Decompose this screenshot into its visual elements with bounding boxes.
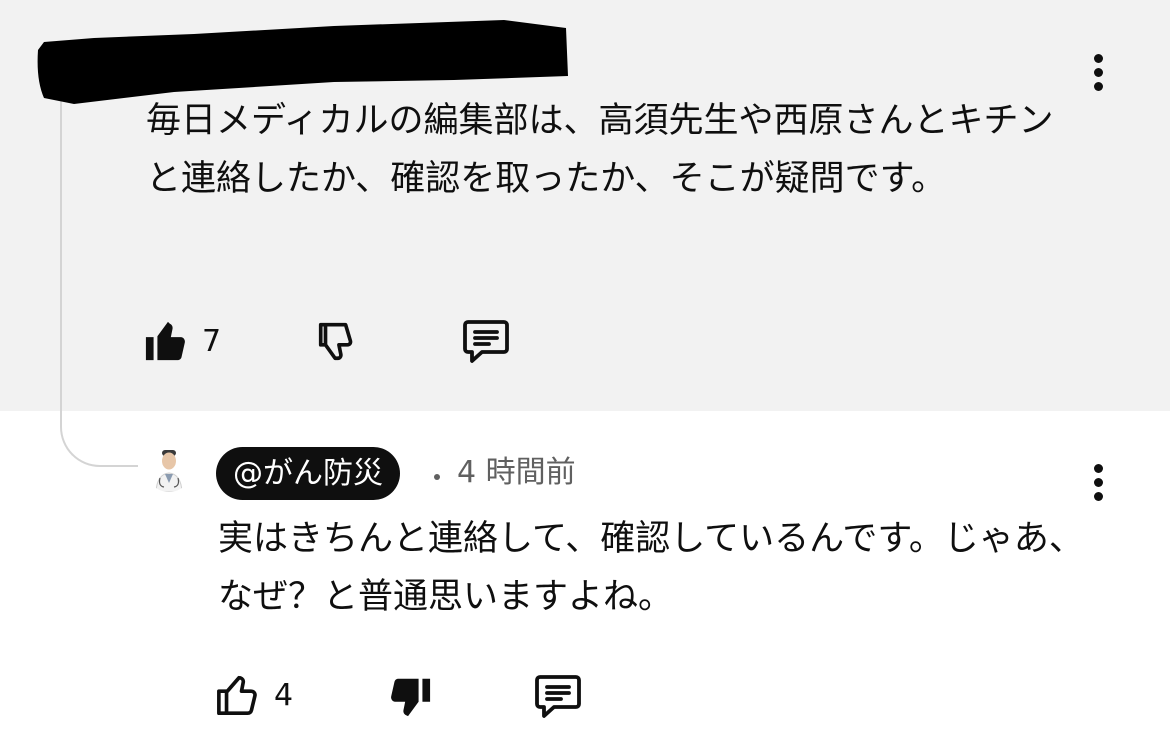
reply-button[interactable] xyxy=(460,317,512,365)
thread-connector-line xyxy=(60,95,138,467)
dislike-button[interactable] xyxy=(314,318,360,364)
timestamp: 4 時間前 xyxy=(457,455,576,490)
reply-icon xyxy=(460,317,512,365)
reply-button[interactable] xyxy=(532,672,584,720)
more-dot xyxy=(1093,491,1103,501)
thumbs-up-outline-icon xyxy=(216,672,262,718)
more-dot xyxy=(1093,67,1103,77)
comment-text: 実はきちんと連絡して、確認しているんです。じゃあ、なぜ？と普通思いますよね。 xyxy=(218,519,1084,617)
more-dot xyxy=(1093,81,1103,91)
comment-text: 毎日メディカルの編集部は、高須先生や西原さんとキチンと連絡したか、確認を取ったか… xyxy=(146,101,1054,199)
like-count: 4 xyxy=(274,677,294,713)
author-name[interactable]: @がん防災 xyxy=(216,447,400,500)
like-button[interactable]: 4 xyxy=(216,672,293,718)
more-vertical-icon xyxy=(1093,463,1103,473)
thumbs-down-outline-icon xyxy=(314,318,360,364)
more-actions-button[interactable] xyxy=(1083,50,1113,94)
more-dot xyxy=(1093,477,1103,487)
dislike-button[interactable] xyxy=(386,674,432,720)
thumbs-up-filled-icon xyxy=(144,318,190,364)
reply-icon xyxy=(532,672,584,720)
avatar[interactable] xyxy=(146,446,192,492)
more-vertical-icon xyxy=(1093,53,1103,63)
like-button[interactable]: 7 xyxy=(144,318,221,364)
more-actions-button[interactable] xyxy=(1083,460,1113,504)
thumbs-down-filled-icon xyxy=(386,674,432,720)
separator-dot xyxy=(434,474,440,480)
like-count: 7 xyxy=(202,323,222,359)
